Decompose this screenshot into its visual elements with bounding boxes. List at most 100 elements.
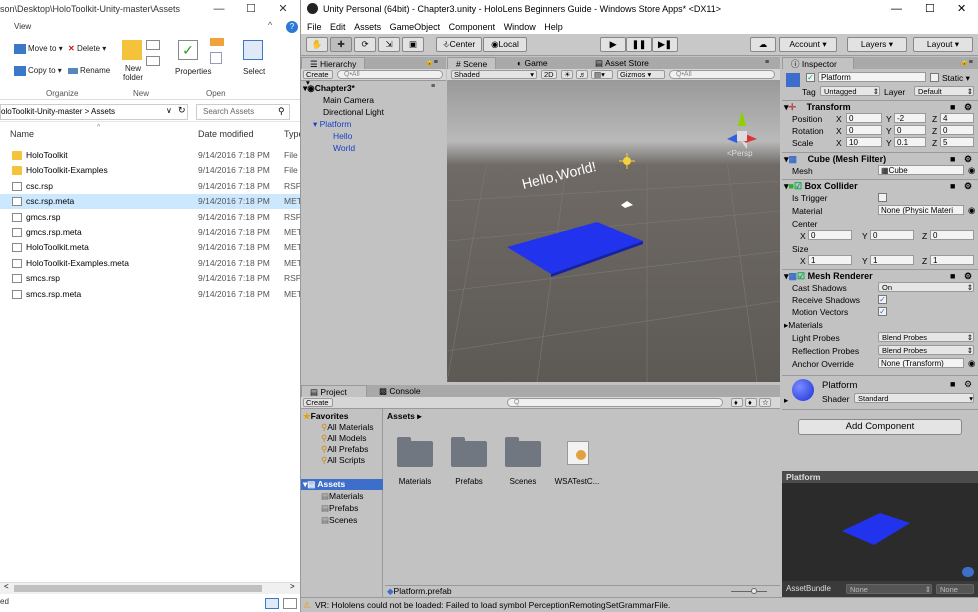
asset-bundle-dropdown[interactable]: None ⇕ — [846, 584, 932, 594]
size-y-field[interactable]: 1 — [870, 255, 914, 265]
edit-icon[interactable] — [210, 52, 222, 64]
scrollbar-thumb[interactable] — [14, 585, 262, 592]
object-name-field[interactable]: Platform — [818, 72, 926, 82]
tree-folder-scenes[interactable]: ▤Scenes — [321, 515, 357, 526]
favorite-all-scripts[interactable]: ⚲All Scripts — [321, 455, 365, 466]
tree-folder-prefabs[interactable]: ▤Prefabs — [321, 503, 358, 514]
delete-button[interactable]: ✕ Delete ▾ — [68, 44, 106, 53]
ribbon-tab-view[interactable]: View — [0, 20, 300, 34]
tab-hierarchy[interactable]: ☰ Hierarchy — [301, 57, 366, 69]
toggle-2d-button[interactable]: 2D — [541, 70, 557, 79]
hierarchy-item-main-camera[interactable]: Main Camera — [323, 95, 374, 105]
component-help-icon[interactable]: ■ — [950, 270, 955, 282]
new-item-icon[interactable] — [146, 40, 160, 50]
transform-header[interactable]: ▾✛ Transform ■ ⚙ — [782, 100, 978, 112]
menu-window[interactable]: Window — [504, 22, 536, 32]
light-gizmo-icon[interactable] — [619, 153, 635, 169]
position-x-field[interactable]: 0 — [846, 113, 882, 123]
scale-y-field[interactable]: 0.1 — [894, 137, 926, 147]
persp-label[interactable]: <Persp — [727, 149, 753, 158]
layers-dropdown[interactable]: Layers ▾ — [847, 37, 907, 52]
effects-dropdown-icon[interactable]: ▤▾ — [591, 70, 613, 79]
panel-menu-icon[interactable]: 🔒≡ — [960, 57, 973, 69]
grid-folder-materials-icon[interactable] — [397, 437, 433, 467]
grid-folder-prefabs-icon[interactable] — [451, 437, 487, 467]
column-name[interactable]: Name — [10, 124, 34, 144]
rename-button[interactable]: Rename — [68, 66, 110, 75]
static-checkbox[interactable] — [930, 73, 939, 82]
unity-minimize-icon[interactable]: — — [891, 0, 902, 18]
light-probes-dropdown[interactable]: Blend Probes ⇕ — [878, 332, 974, 342]
rotation-z-field[interactable]: 0 — [940, 125, 974, 135]
close-icon[interactable]: ✕ — [270, 0, 296, 18]
center-y-field[interactable]: 0 — [870, 230, 914, 240]
account-dropdown[interactable]: Account ▾ — [779, 37, 837, 52]
rotation-x-field[interactable]: 0 — [846, 125, 882, 135]
position-z-field[interactable]: 4 — [940, 113, 974, 123]
file-row[interactable]: gmcs.rsp 9/14/2016 7:18 PM RSP F — [0, 210, 300, 225]
horizontal-scrollbar[interactable]: < > — [0, 582, 300, 594]
menu-edit[interactable]: Edit — [330, 22, 346, 32]
center-z-field[interactable]: 0 — [930, 230, 974, 240]
pivot-local-button[interactable]: ◉Local — [483, 37, 527, 52]
panel-menu-icon[interactable]: 🔒≡ — [425, 57, 438, 69]
grid-scene-file-icon[interactable] — [567, 441, 589, 465]
column-type[interactable]: Type — [284, 124, 300, 144]
object-picker-icon[interactable]: ◉ — [968, 165, 975, 176]
cast-shadows-dropdown[interactable]: On ⇕ — [878, 282, 974, 292]
scale-z-field[interactable]: 5 — [940, 137, 974, 147]
properties-button[interactable]: Properties — [175, 67, 211, 76]
asset-bundle-variant-dropdown[interactable]: None — [936, 584, 974, 594]
gizmos-dropdown[interactable]: Gizmos ▾ — [617, 70, 665, 79]
minimize-icon[interactable]: — — [206, 0, 232, 18]
active-checkbox[interactable]: ✓ — [806, 73, 815, 82]
scene-viewport[interactable]: Hello,World! <Persp — [447, 81, 780, 382]
favorite-all-models[interactable]: ⚲All Models — [321, 433, 366, 444]
unity-maximize-icon[interactable]: ☐ — [925, 0, 935, 18]
move-tool-icon[interactable]: ✛ — [330, 37, 352, 52]
play-button[interactable]: ▶ — [600, 37, 626, 52]
maximize-icon[interactable]: ☐ — [238, 0, 264, 18]
hierarchy-item-hello[interactable]: Hello — [333, 131, 352, 141]
scene-menu-icon[interactable]: ≡ — [765, 57, 769, 69]
unity-close-icon[interactable]: ✕ — [957, 0, 966, 18]
hierarchy-item-directional-light[interactable]: Directional Light — [323, 107, 384, 117]
scale-x-field[interactable]: 10 — [846, 137, 882, 147]
lighting-toggle-icon[interactable]: ☀ — [561, 70, 573, 79]
file-row[interactable]: HoloToolkit-Examples 9/14/2016 7:18 PM Fil… — [0, 163, 300, 178]
rotation-y-field[interactable]: 0 — [894, 125, 926, 135]
new-folder-button[interactable]: New folder — [121, 64, 145, 82]
component-help-icon[interactable]: ■ — [950, 180, 955, 192]
receive-shadows-checkbox[interactable]: ✓ — [878, 295, 887, 304]
address-bar[interactable]: oloToolkit-Unity-master > Assets — [0, 104, 188, 120]
assets-node[interactable]: ▾▤ Assets — [301, 479, 383, 490]
scene-search-input[interactable]: Q•All — [669, 70, 775, 79]
motion-vectors-checkbox[interactable]: ✓ — [878, 307, 887, 316]
slider-thumb[interactable] — [751, 588, 757, 594]
hierarchy-item-world[interactable]: World — [333, 143, 355, 153]
hand-tool-icon[interactable]: ✋ — [306, 37, 328, 52]
preview-header[interactable]: Platform — [782, 471, 978, 483]
details-view-icon[interactable] — [265, 598, 279, 609]
asset-label-icon[interactable] — [962, 567, 974, 577]
mesh-renderer-enabled-checkbox[interactable]: ☑ — [797, 271, 805, 281]
preview-area[interactable] — [782, 483, 978, 581]
tree-folder-materials[interactable]: ▤Materials — [321, 491, 364, 502]
mesh-renderer-header[interactable]: ▾▦☑ Mesh Renderer ■ ⚙ — [782, 269, 978, 281]
center-x-field[interactable]: 0 — [808, 230, 852, 240]
favorites-node[interactable]: ★Favorites — [303, 411, 348, 422]
hierarchy-item-platform[interactable]: ▾ Platform — [313, 119, 351, 130]
file-row[interactable]: smcs.rsp.meta 9/14/2016 7:18 PM META — [0, 287, 300, 302]
grid-folder-scenes-icon[interactable] — [505, 437, 541, 467]
scroll-left-icon[interactable]: < — [4, 582, 9, 591]
favorite-all-materials[interactable]: ⚲All Materials — [321, 422, 374, 433]
hierarchy-create-button[interactable]: Create ▾ — [303, 70, 333, 87]
component-settings-icon[interactable]: ⚙ — [964, 153, 972, 165]
cloud-icon[interactable]: ☁ — [750, 37, 776, 52]
menu-file[interactable]: File — [307, 22, 322, 32]
size-x-field[interactable]: 1 — [808, 255, 852, 265]
menu-help[interactable]: Help — [544, 22, 563, 32]
copy-to-button[interactable]: Copy to ▾ — [14, 66, 62, 76]
component-help-icon[interactable]: ■ — [950, 153, 955, 165]
menu-gameobject[interactable]: GameObject — [390, 22, 441, 32]
